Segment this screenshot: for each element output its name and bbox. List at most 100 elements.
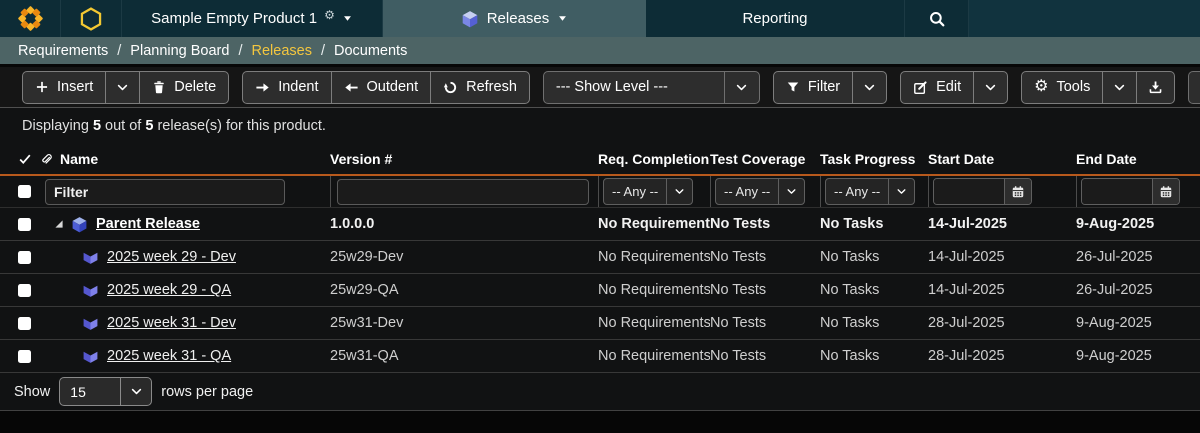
grid-header-row: Name Version # Req. Completion Test Cove… — [0, 143, 1200, 176]
workspace-selector[interactable] — [61, 0, 122, 37]
release-name-link[interactable]: 2025 week 31 - Dev — [107, 315, 236, 331]
release-name-link[interactable]: 2025 week 29 - QA — [107, 282, 231, 298]
row-checkbox[interactable] — [18, 350, 31, 363]
show-level-select[interactable]: --- Show Level --- — [543, 71, 760, 104]
rows-per-page-show-label: Show — [14, 384, 50, 400]
column-header-start-date[interactable]: Start Date — [928, 151, 1076, 167]
row-checkbox[interactable] — [18, 284, 31, 297]
edit-pencil-icon — [913, 80, 928, 95]
tools-button[interactable]: ⚙ Tools — [1022, 72, 1102, 103]
chevron-down-icon — [120, 378, 151, 405]
refresh-button[interactable]: Refresh — [430, 72, 529, 103]
chevron-down-icon — [342, 13, 353, 24]
search-button[interactable] — [904, 0, 969, 37]
task-progress-cell: No Tasks — [820, 216, 928, 232]
chevron-down-icon — [724, 72, 759, 103]
filter-dropdown-button[interactable] — [852, 72, 886, 103]
end-date-filter-input[interactable] — [1082, 179, 1152, 204]
indent-button-label: Indent — [278, 79, 318, 95]
product-menu[interactable]: Sample Empty Product 1 ⚙ — [122, 0, 383, 37]
task-progress-filter-select[interactable]: -- Any -- — [825, 178, 915, 205]
sprint-icon — [82, 282, 99, 299]
breadcrumb-planning-board[interactable]: Planning Board — [130, 43, 229, 59]
top-nav-bar: Sample Empty Product 1 ⚙ Releases Report… — [0, 0, 1200, 37]
calendar-icon — [1159, 185, 1173, 199]
display-count-status: Displaying 5 out of 5 release(s) for thi… — [0, 108, 1200, 143]
outdent-button-label: Outdent — [367, 79, 419, 95]
end-date-calendar-button[interactable] — [1152, 179, 1179, 204]
insert-dropdown-button[interactable] — [105, 72, 139, 103]
req-completion-filter-select[interactable]: -- Any -- — [603, 178, 693, 205]
column-header-req-completion[interactable]: Req. Completion — [598, 151, 710, 167]
filter-button[interactable]: Filter — [774, 72, 852, 103]
chevron-down-icon — [778, 179, 804, 204]
row-checkbox[interactable] — [18, 218, 31, 231]
req-completion-cell: No Requirements — [598, 348, 710, 364]
status-total: 5 — [145, 118, 153, 134]
indent-outdent-refresh-group: Indent Outdent Refresh — [242, 71, 530, 104]
chevron-down-icon — [116, 81, 129, 94]
column-header-test-coverage[interactable]: Test Coverage — [710, 151, 820, 167]
req-completion-cell: No Requirements — [598, 216, 710, 232]
column-header-name[interactable]: Name — [60, 151, 98, 167]
insert-button[interactable]: Insert — [23, 72, 105, 103]
req-completion-cell: No Requirements — [598, 315, 710, 331]
version-filter-input[interactable] — [337, 179, 589, 205]
task-progress-cell: No Tasks — [820, 348, 928, 364]
start-date-filter-input[interactable] — [934, 179, 1004, 204]
release-name-link[interactable]: Parent Release — [96, 216, 200, 232]
breadcrumb-requirements[interactable]: Requirements — [18, 43, 108, 59]
status-count: 5 — [93, 118, 101, 134]
breadcrumb-documents[interactable]: Documents — [334, 43, 407, 59]
chevron-down-icon — [666, 179, 692, 204]
version-cell: 1.0.0.0 — [330, 216, 598, 232]
app-logo[interactable] — [0, 0, 61, 37]
tab-releases[interactable]: Releases — [383, 0, 646, 37]
tools-dropdown-button[interactable] — [1102, 72, 1136, 103]
version-cell: 25w31-QA — [330, 348, 598, 364]
column-header-end-date[interactable]: End Date — [1076, 151, 1200, 167]
test-coverage-cell: No Tests — [710, 216, 820, 232]
column-header-task-progress[interactable]: Task Progress — [820, 151, 928, 167]
tab-reporting[interactable]: Reporting — [646, 0, 904, 37]
delete-button[interactable]: Delete — [139, 72, 228, 103]
test-coverage-cell: No Tests — [710, 315, 820, 331]
start-date-calendar-button[interactable] — [1004, 179, 1031, 204]
edit-button[interactable]: Edit — [901, 72, 973, 103]
release-name-link[interactable]: 2025 week 31 - QA — [107, 348, 231, 364]
show-hide-columns-value: -- Show/hide columns -- — [1189, 72, 1200, 103]
select-all-checkbox[interactable] — [18, 185, 31, 198]
show-hide-columns-select[interactable]: -- Show/hide columns -- — [1188, 71, 1200, 104]
column-header-version[interactable]: Version # — [330, 151, 598, 167]
grid-filter-row: -- Any -- -- Any -- -- Any -- — [0, 176, 1200, 208]
indent-button[interactable]: Indent — [243, 72, 330, 103]
start-date-cell: 28-Jul-2025 — [928, 315, 1076, 331]
name-filter-input[interactable] — [45, 179, 285, 205]
show-level-value: --- Show Level --- — [544, 72, 724, 103]
release-name-link[interactable]: 2025 week 29 - Dev — [107, 249, 236, 265]
breadcrumb-separator: / — [117, 43, 121, 59]
download-button[interactable] — [1136, 72, 1174, 103]
test-coverage-filter-select[interactable]: -- Any -- — [715, 178, 805, 205]
collapse-triangle-icon[interactable] — [53, 218, 65, 230]
rows-per-page-select[interactable]: 15 — [59, 377, 152, 406]
chevron-down-icon — [863, 81, 876, 94]
grid-toolbar: Insert Delete Indent — [0, 67, 1200, 108]
table-row: 2025 week 31 - Dev 25w31-Dev No Requirem… — [0, 307, 1200, 340]
sprint-icon — [82, 348, 99, 365]
row-checkbox[interactable] — [18, 317, 31, 330]
rows-per-page-suffix-label: rows per page — [161, 384, 253, 400]
topbar-right-section — [969, 0, 1200, 37]
delete-button-label: Delete — [174, 79, 216, 95]
edit-button-label: Edit — [936, 79, 961, 95]
edit-dropdown-button[interactable] — [973, 72, 1007, 103]
outdent-button[interactable]: Outdent — [331, 72, 431, 103]
plus-icon — [35, 80, 49, 94]
breadcrumb-releases[interactable]: Releases — [252, 43, 312, 59]
arrow-right-icon — [255, 80, 270, 95]
end-date-cell: 9-Aug-2025 — [1076, 348, 1200, 364]
chevron-down-icon — [557, 13, 568, 24]
row-checkbox[interactable] — [18, 251, 31, 264]
refresh-icon — [443, 80, 458, 95]
version-cell: 25w29-Dev — [330, 249, 598, 265]
